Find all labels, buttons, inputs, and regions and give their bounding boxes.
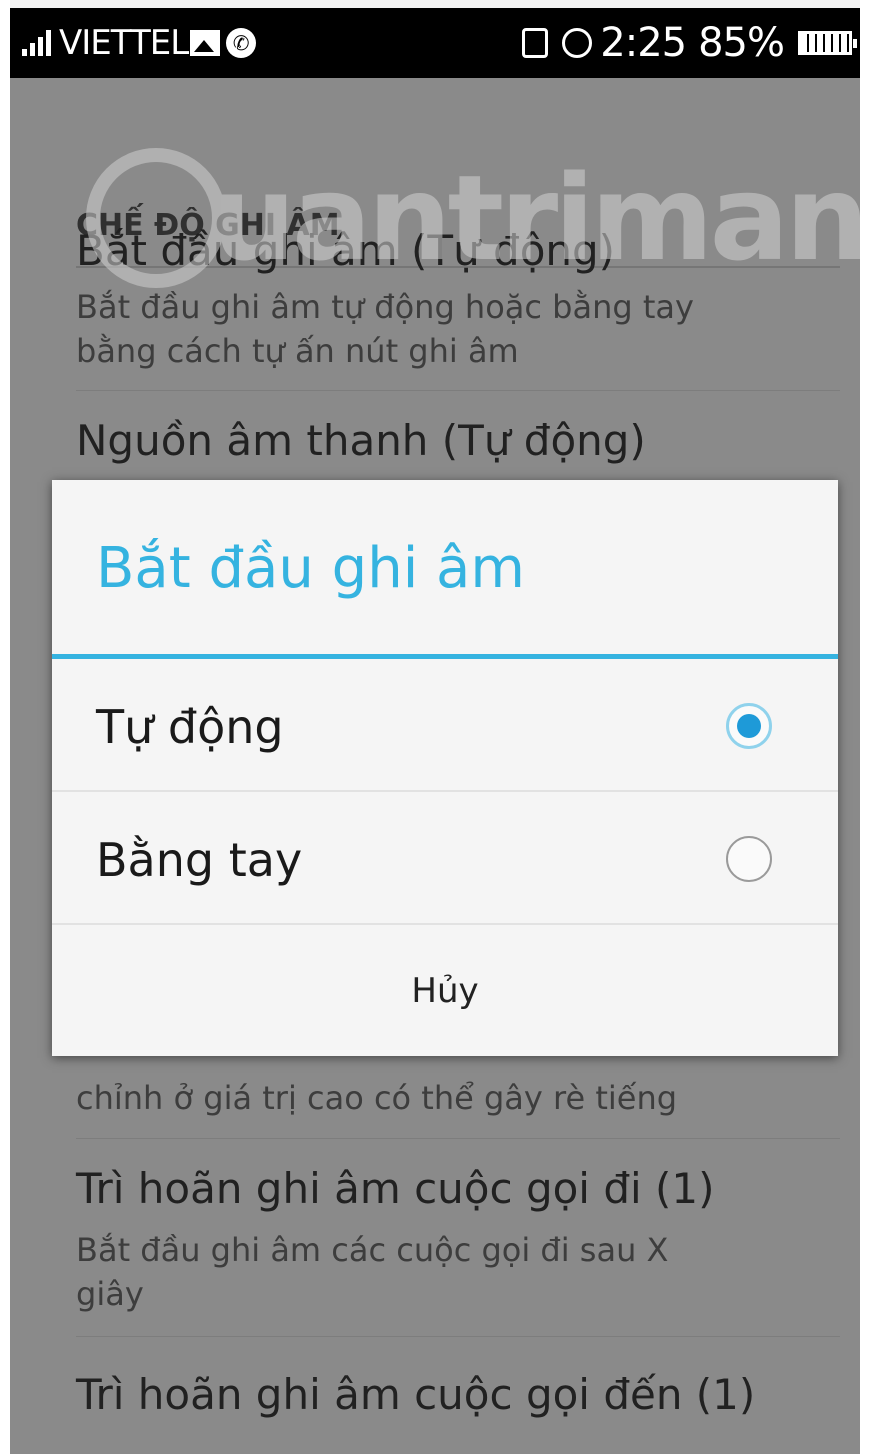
call-icon: ✆	[226, 28, 257, 58]
dialog-title: Bắt đầu ghi âm	[96, 536, 525, 601]
dialog-title-divider	[52, 654, 838, 659]
signal-icon	[22, 30, 51, 56]
option-divider	[52, 923, 838, 925]
photo-icon	[190, 30, 221, 56]
clock: 2:25	[600, 20, 687, 66]
battery-percent: 85%	[698, 20, 785, 66]
option-manual[interactable]: Bằng tay	[52, 793, 838, 923]
bulb-logo-icon	[86, 148, 226, 288]
alarm-icon	[562, 28, 593, 58]
start-recording-dialog: Bắt đầu ghi âm Tự động Bằng tay Hủy	[52, 480, 838, 1056]
watermark-text: uantrimang	[212, 149, 860, 287]
status-bar: VIETTEL ✆ 2:25 85%	[10, 8, 860, 78]
radio-unselected-icon[interactable]	[726, 836, 772, 882]
option-label: Tự động	[96, 700, 284, 754]
cancel-button[interactable]: Hủy	[52, 926, 838, 1056]
screen: VIETTEL ✆ 2:25 85% CHẾ ĐỘ GHI ÂM Bắt đầu…	[10, 0, 860, 1454]
watermark: uantrimang	[86, 148, 860, 288]
battery-icon	[798, 31, 857, 55]
radio-selected-icon[interactable]	[726, 703, 772, 749]
vibrate-icon	[522, 28, 549, 58]
option-divider	[52, 790, 838, 792]
option-automatic[interactable]: Tự động	[52, 660, 838, 790]
option-label: Bằng tay	[96, 833, 303, 887]
carrier-name: VIETTEL	[59, 23, 189, 63]
